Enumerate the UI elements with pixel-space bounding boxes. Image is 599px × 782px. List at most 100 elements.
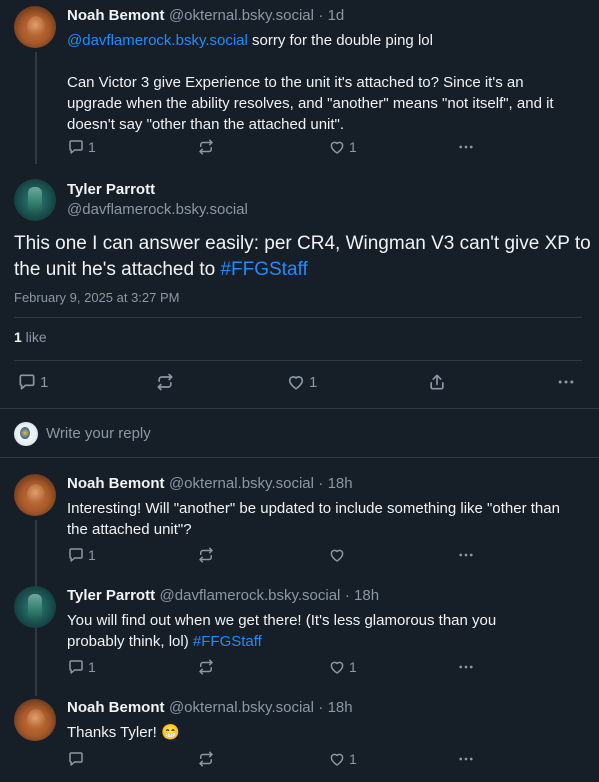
avatar[interactable] (14, 179, 56, 221)
post-time[interactable]: · 1d (318, 7, 344, 24)
author-handle[interactable]: @okternal.bsky.social (169, 7, 314, 24)
hashtag-link[interactable]: #FFGStaff (193, 633, 262, 650)
reply-button[interactable]: 1 (67, 546, 96, 564)
repost-button[interactable] (197, 546, 215, 564)
repost-icon (197, 750, 215, 768)
reply-count: 1 (88, 139, 96, 155)
author-name[interactable]: Noah Bemont (67, 475, 165, 492)
heart-icon (328, 658, 346, 676)
more-button[interactable] (457, 658, 475, 676)
avatar[interactable] (14, 699, 56, 741)
author-name[interactable]: Tyler Parrott (67, 587, 155, 604)
author-handle[interactable]: @okternal.bsky.social (169, 699, 314, 716)
avatar (14, 422, 38, 446)
like-count: 1 (349, 751, 357, 767)
like-button[interactable]: 1 (328, 658, 357, 676)
author-handle[interactable]: @davflamerock.bsky.social (160, 587, 341, 604)
post-text: sorry for the double ping lol (247, 32, 433, 49)
reply-icon (67, 546, 85, 564)
repost-icon (197, 658, 215, 676)
likes-number: 1 (14, 329, 22, 345)
repost-icon (197, 546, 215, 564)
reply-composer[interactable]: Write your reply (0, 409, 599, 457)
likes-count[interactable]: 1 like (14, 329, 47, 345)
reply-icon (67, 138, 85, 156)
share-icon (427, 372, 447, 392)
repost-icon (155, 372, 175, 392)
reply-icon (17, 372, 37, 392)
reply-button[interactable]: 1 (67, 658, 96, 676)
author-handle[interactable]: @okternal.bsky.social (169, 475, 314, 492)
repost-icon (197, 138, 215, 156)
post-body: You will find out when we get there! (It… (67, 610, 547, 652)
heart-icon (328, 750, 346, 768)
post-header: Tyler Parrott @davflamerock.bsky.social … (67, 587, 379, 605)
more-icon (457, 750, 475, 768)
post-text: Thanks Tyler! (67, 724, 161, 741)
divider (0, 457, 599, 458)
post-actions: 1 1 (67, 658, 477, 678)
more-icon (457, 546, 475, 564)
author-name[interactable]: Noah Bemont (67, 7, 165, 24)
like-button[interactable]: 1 (286, 372, 317, 392)
hashtag-link[interactable]: #FFGStaff (220, 259, 307, 280)
mention-link[interactable]: @davflamerock.bsky.social (67, 32, 248, 49)
like-count: 1 (309, 373, 318, 391)
reply-icon (67, 658, 85, 676)
repost-button[interactable] (155, 372, 175, 392)
avatar[interactable] (14, 6, 56, 48)
post-actions: 1 1 (14, 372, 584, 392)
post-time[interactable]: · 18h (318, 699, 352, 716)
repost-button[interactable] (197, 138, 215, 156)
reply-count: 1 (88, 659, 96, 675)
like-button[interactable]: 1 (328, 750, 357, 768)
more-button[interactable] (457, 546, 475, 564)
repost-button[interactable] (197, 750, 215, 768)
post-header: Noah Bemont @okternal.bsky.social · 1d (67, 7, 344, 25)
reply-placeholder[interactable]: Write your reply (46, 425, 151, 442)
more-button[interactable] (457, 750, 475, 768)
share-button[interactable] (427, 372, 447, 392)
post-text: You will find out when we get there! (It… (67, 612, 501, 650)
divider (14, 317, 582, 318)
post-text: Interesting! Will "another" be updated t… (67, 500, 565, 538)
thread-line (35, 52, 37, 164)
post-header: Noah Bemont @okternal.bsky.social · 18h (67, 475, 353, 493)
like-button[interactable]: 1 (328, 138, 357, 156)
grin-emoji-icon: 😁 (160, 724, 180, 741)
author-name[interactable]: Noah Bemont (67, 699, 165, 716)
author-handle[interactable]: @davflamerock.bsky.social (67, 201, 248, 218)
post-timestamp[interactable]: February 9, 2025 at 3:27 PM (14, 290, 179, 305)
heart-icon (328, 546, 346, 564)
post-actions: 1 1 (67, 138, 477, 158)
post-actions: 1 (67, 750, 477, 770)
avatar[interactable] (14, 474, 56, 516)
reply-button[interactable]: 1 (17, 372, 48, 392)
post-header: Noah Bemont @okternal.bsky.social · 18h (67, 699, 353, 717)
like-button[interactable] (328, 546, 349, 564)
divider (14, 360, 582, 361)
avatar[interactable] (14, 586, 56, 628)
post-time[interactable]: · 18h (345, 587, 379, 604)
likes-label: like (21, 329, 47, 345)
reply-icon (67, 750, 85, 768)
author-name[interactable]: Tyler Parrott (67, 181, 155, 198)
post-actions: 1 (67, 546, 477, 566)
post-body: This one I can answer easily: per CR4, W… (14, 231, 594, 283)
more-button[interactable] (457, 138, 475, 156)
heart-icon (286, 372, 306, 392)
post-time[interactable]: · 18h (318, 475, 352, 492)
like-count: 1 (349, 139, 357, 155)
reply-button[interactable] (67, 750, 88, 768)
post-body: Thanks Tyler! 😁 (67, 722, 567, 743)
reply-button[interactable]: 1 (67, 138, 96, 156)
post-body: @davflamerock.bsky.social sorry for the … (67, 30, 577, 51)
repost-button[interactable] (197, 658, 215, 676)
heart-icon (328, 138, 346, 156)
more-icon (556, 372, 576, 392)
more-icon (457, 138, 475, 156)
more-button[interactable] (556, 372, 576, 392)
reply-count: 1 (40, 373, 49, 391)
post-paragraph: Can Victor 3 give Experience to the unit… (67, 74, 558, 133)
reply-count: 1 (88, 547, 96, 563)
